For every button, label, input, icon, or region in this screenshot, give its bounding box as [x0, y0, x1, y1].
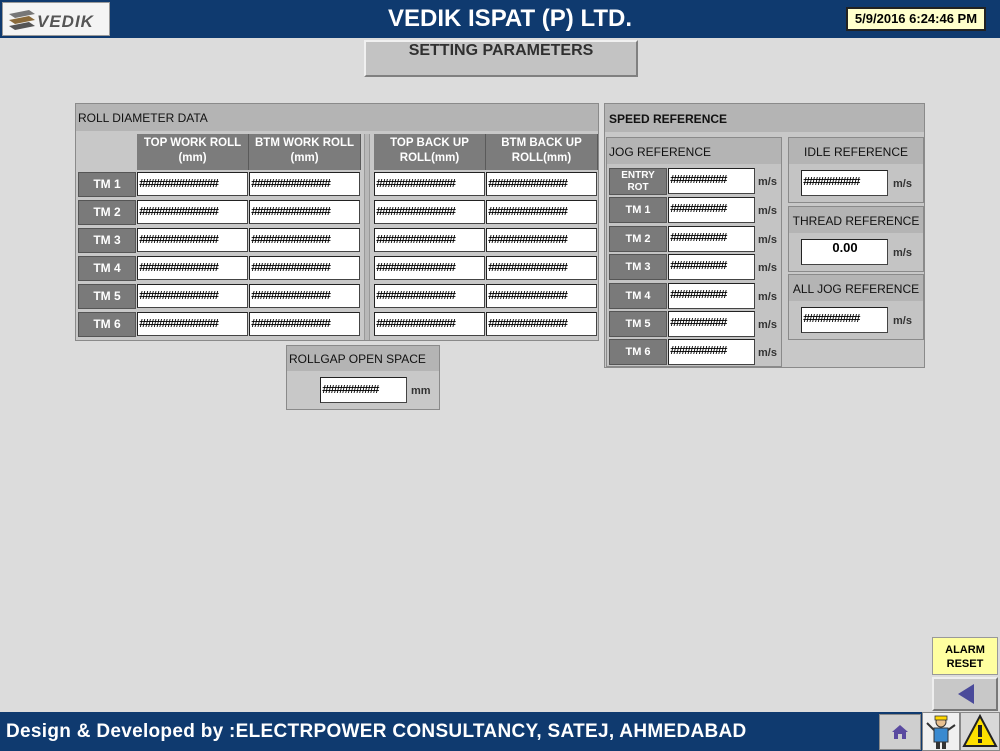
row-label-tm6: TM 6 — [78, 312, 136, 337]
all-jog-unit: m/s — [893, 315, 912, 327]
btm-backup-roll-tm3-field[interactable]: ############## — [486, 228, 597, 252]
thread-unit: m/s — [893, 247, 912, 259]
jog-tm6-field[interactable]: ########## — [668, 339, 755, 365]
header-bar: VEDIK VEDIK ISPAT (P) LTD. 5/9/2016 6:24… — [0, 0, 1000, 38]
idle-reference-title: IDLE REFERENCE — [789, 138, 923, 164]
jog-label-tm6: TM 6 — [609, 339, 667, 365]
col-header-btm-backup-roll: BTM BACK UP ROLL(mm) — [486, 134, 598, 170]
row-label-tm3: TM 3 — [78, 228, 136, 253]
jog-reference-panel: JOG REFERENCE ENTRY ROT ########## m/s T… — [606, 137, 782, 367]
col-header-top-work-roll: TOP WORK ROLL (mm) — [137, 134, 249, 170]
row-label-tm1: TM 1 — [78, 172, 136, 197]
back-button[interactable] — [932, 677, 998, 711]
btm-work-roll-tm3-field[interactable]: ############## — [249, 228, 360, 252]
btm-work-roll-tm5-field[interactable]: ############## — [249, 284, 360, 308]
thread-reference-field[interactable]: 0.00 — [801, 239, 888, 265]
all-jog-reference-field[interactable]: ########## — [801, 307, 888, 333]
speed-reference-panel: SPEED REFERENCE JOG REFERENCE ENTRY ROT … — [604, 103, 925, 368]
jog-unit: m/s — [758, 205, 777, 217]
vedik-logo: VEDIK — [2, 2, 110, 36]
btm-work-roll-tm6-field[interactable]: ############## — [249, 312, 360, 336]
jog-unit: m/s — [758, 347, 777, 359]
datetime-display: 5/9/2016 6:24:46 PM — [846, 7, 986, 31]
jog-unit: m/s — [758, 176, 777, 188]
rollgap-panel: ROLLGAP OPEN SPACE ########## mm — [286, 345, 440, 410]
column-gap-divider — [364, 134, 370, 340]
idle-reference-field[interactable]: ########## — [801, 170, 888, 196]
btm-backup-roll-tm4-field[interactable]: ############## — [486, 256, 597, 280]
top-backup-roll-tm2-field[interactable]: ############## — [374, 200, 485, 224]
home-icon — [892, 725, 908, 739]
top-backup-roll-tm1-field[interactable]: ############## — [374, 172, 485, 196]
jog-unit: m/s — [758, 262, 777, 274]
jog-label-entry-rot: ENTRY ROT — [609, 168, 667, 195]
jog-tm3-field[interactable]: ########## — [668, 254, 755, 280]
row-label-tm4: TM 4 — [78, 256, 136, 281]
all-jog-reference-panel: ALL JOG REFERENCE ########## m/s — [788, 274, 924, 340]
col-header-top-backup-roll: TOP BACK UP ROLL(mm) — [374, 134, 486, 170]
all-jog-reference-title: ALL JOG REFERENCE — [789, 275, 923, 301]
jog-entry-rot-field[interactable]: ########## — [668, 168, 755, 194]
btm-backup-roll-tm2-field[interactable]: ############## — [486, 200, 597, 224]
footer-credit: Design & Developed by :ELECTRPOWER CONSU… — [6, 721, 747, 742]
btm-backup-roll-tm1-field[interactable]: ############## — [486, 172, 597, 196]
jog-label-tm3: TM 3 — [609, 254, 667, 280]
btm-backup-roll-tm5-field[interactable]: ############## — [486, 284, 597, 308]
jog-tm1-field[interactable]: ########## — [668, 197, 755, 223]
top-work-roll-tm6-field[interactable]: ############## — [137, 312, 248, 336]
btm-backup-roll-tm6-field[interactable]: ############## — [486, 312, 597, 336]
row-label-tm2: TM 2 — [78, 200, 136, 225]
app-title: VEDIK ISPAT (P) LTD. — [388, 5, 632, 32]
idle-unit: m/s — [893, 178, 912, 190]
roll-diameter-title: ROLL DIAMETER DATA — [76, 104, 598, 131]
idle-reference-panel: IDLE REFERENCE ########## m/s — [788, 137, 924, 203]
rollgap-unit: mm — [411, 385, 431, 397]
footer-bar: Design & Developed by :ELECTRPOWER CONSU… — [0, 712, 1000, 751]
jog-label-tm2: TM 2 — [609, 226, 667, 252]
jog-tm5-field[interactable]: ########## — [668, 311, 755, 337]
top-backup-roll-tm5-field[interactable]: ############## — [374, 284, 485, 308]
top-work-roll-tm4-field[interactable]: ############## — [137, 256, 248, 280]
page-title: SETTING PARAMETERS — [364, 40, 638, 77]
top-backup-roll-tm3-field[interactable]: ############## — [374, 228, 485, 252]
jog-label-tm5: TM 5 — [609, 311, 667, 337]
thread-reference-panel: THREAD REFERENCE 0.00 m/s — [788, 206, 924, 272]
col-header-btm-work-roll: BTM WORK ROLL (mm) — [249, 134, 361, 170]
jog-reference-title: JOG REFERENCE — [607, 138, 781, 164]
rollgap-open-space-field[interactable]: ########## — [320, 377, 407, 403]
jog-tm4-field[interactable]: ########## — [668, 283, 755, 309]
logo-mark-icon — [9, 10, 35, 30]
btm-work-roll-tm4-field[interactable]: ############## — [249, 256, 360, 280]
warning-button[interactable] — [960, 712, 1000, 751]
operator-icon — [926, 715, 956, 749]
jog-unit: m/s — [758, 291, 777, 303]
home-button[interactable] — [879, 714, 921, 750]
back-arrow-icon — [958, 684, 974, 704]
jog-label-tm1: TM 1 — [609, 197, 667, 223]
logo-text: VEDIK — [37, 12, 94, 31]
top-work-roll-tm3-field[interactable]: ############## — [137, 228, 248, 252]
jog-label-tm4: TM 4 — [609, 283, 667, 309]
jog-unit: m/s — [758, 319, 777, 331]
jog-unit: m/s — [758, 234, 777, 246]
roll-diameter-panel: ROLL DIAMETER DATA TOP WORK ROLL (mm) BT… — [75, 103, 599, 341]
thread-reference-title: THREAD REFERENCE — [789, 207, 923, 233]
warning-icon — [962, 713, 998, 747]
top-work-roll-tm5-field[interactable]: ############## — [137, 284, 248, 308]
alarm-reset-button[interactable]: ALARM RESET — [932, 637, 998, 675]
operator-button[interactable] — [922, 712, 960, 751]
top-backup-roll-tm4-field[interactable]: ############## — [374, 256, 485, 280]
top-backup-roll-tm6-field[interactable]: ############## — [374, 312, 485, 336]
top-work-roll-tm1-field[interactable]: ############## — [137, 172, 248, 196]
btm-work-roll-tm1-field[interactable]: ############## — [249, 172, 360, 196]
btm-work-roll-tm2-field[interactable]: ############## — [249, 200, 360, 224]
row-label-tm5: TM 5 — [78, 284, 136, 309]
speed-reference-title: SPEED REFERENCE — [605, 104, 924, 132]
top-work-roll-tm2-field[interactable]: ############## — [137, 200, 248, 224]
rollgap-title: ROLLGAP OPEN SPACE — [287, 346, 439, 371]
jog-tm2-field[interactable]: ########## — [668, 226, 755, 252]
